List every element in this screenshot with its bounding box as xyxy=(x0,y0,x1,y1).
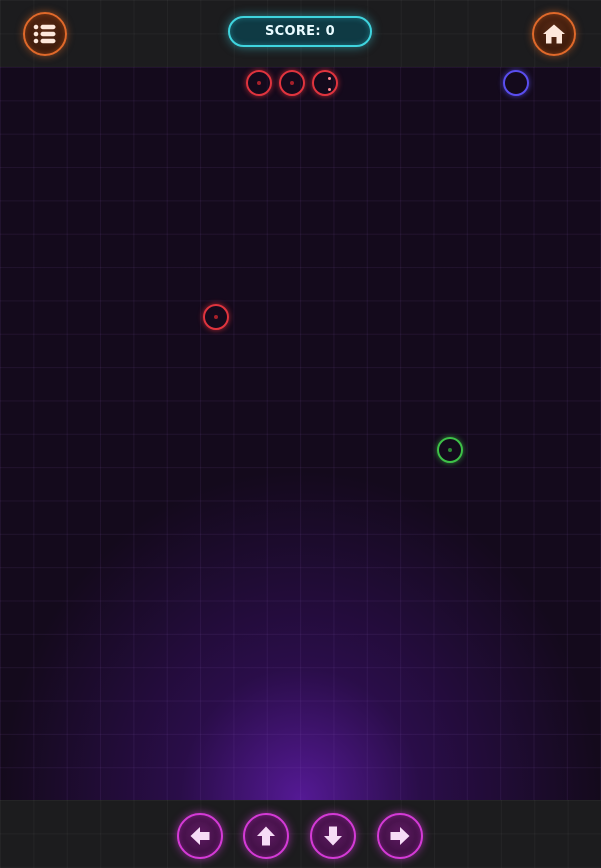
control-bar xyxy=(0,800,601,868)
home-button[interactable] xyxy=(532,12,576,56)
snake-tail-segment xyxy=(246,70,272,96)
pickup-core xyxy=(448,448,452,452)
arrow-left-icon xyxy=(190,827,210,845)
snake-body-segment xyxy=(279,70,305,96)
down-button[interactable] xyxy=(310,813,356,859)
game-board[interactable] xyxy=(0,67,601,800)
green-pickup xyxy=(437,437,463,463)
right-button[interactable] xyxy=(377,813,423,859)
pickup-core xyxy=(214,315,218,319)
score-label: SCORE: 0 xyxy=(264,24,335,39)
menu-button[interactable] xyxy=(23,12,67,56)
blue-pickup xyxy=(503,70,529,96)
snake-eye xyxy=(328,88,331,91)
snake-eye xyxy=(328,77,331,80)
up-button[interactable] xyxy=(243,813,289,859)
score-display: SCORE: 0 xyxy=(228,16,372,47)
list-icon xyxy=(33,24,56,44)
segment-core xyxy=(257,81,261,85)
red-pickup xyxy=(203,304,229,330)
arrow-up-icon xyxy=(257,826,275,846)
left-button[interactable] xyxy=(177,813,223,859)
segment-core xyxy=(290,81,294,85)
snake-head-segment xyxy=(312,70,338,96)
arrow-right-icon xyxy=(390,827,410,845)
board-grid xyxy=(0,67,601,800)
home-icon xyxy=(543,24,565,44)
arrow-down-icon xyxy=(324,826,342,846)
